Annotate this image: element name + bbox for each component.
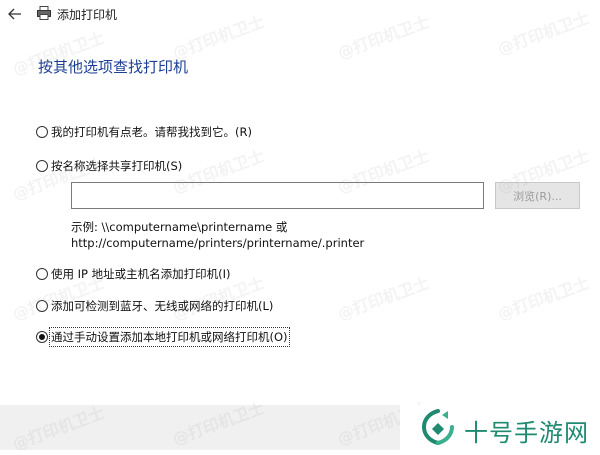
example-line-1: 示例: \\computername\printername 或 bbox=[71, 220, 288, 234]
option-manual-local-or-network[interactable]: 通过手动设置添加本地打印机或网络打印机(O) bbox=[36, 327, 290, 347]
example-line-2: http://computername/printers/printername… bbox=[71, 236, 365, 250]
option-label: 按名称选择共享打印机(S) bbox=[51, 159, 183, 173]
option-label: 使用 IP 地址或主机名添加打印机(I) bbox=[51, 267, 231, 281]
window-title: 添加打印机 bbox=[57, 8, 118, 22]
radio-button[interactable] bbox=[36, 160, 48, 172]
watermark: @打印机卫士 bbox=[335, 273, 432, 324]
watermark: @打印机卫士 bbox=[495, 273, 592, 324]
option-label: 通过手动设置添加本地打印机或网络打印机(O) bbox=[49, 327, 290, 347]
option-label: 我的打印机有点老。请帮我找到它。(R) bbox=[51, 125, 252, 139]
printer-icon bbox=[37, 6, 51, 20]
brand-badge: 十号手游网 bbox=[400, 405, 600, 450]
radio-button-selected[interactable] bbox=[36, 331, 48, 343]
back-arrow-icon[interactable] bbox=[6, 5, 24, 23]
option-bluetooth-wireless-network[interactable]: 添加可检测到蓝牙、无线或网络的打印机(L) bbox=[36, 297, 273, 315]
browse-button: 浏览(R)... bbox=[495, 182, 580, 209]
option-shared-printer-by-name[interactable]: 按名称选择共享打印机(S) bbox=[36, 157, 182, 175]
option-ip-or-hostname[interactable]: 使用 IP 地址或主机名添加打印机(I) bbox=[36, 265, 231, 283]
brand-text: 十号手游网 bbox=[464, 419, 589, 447]
title-bar: 添加打印机 bbox=[0, 0, 600, 32]
radio-button[interactable] bbox=[36, 126, 48, 138]
brand-logo-icon bbox=[421, 409, 454, 445]
page-heading: 按其他选项查找打印机 bbox=[38, 58, 189, 76]
option-old-printer[interactable]: 我的打印机有点老。请帮我找到它。(R) bbox=[36, 123, 252, 141]
radio-button[interactable] bbox=[36, 268, 48, 280]
radio-button[interactable] bbox=[36, 300, 48, 312]
option-label: 添加可检测到蓝牙、无线或网络的打印机(L) bbox=[51, 299, 274, 313]
shared-printer-name-input[interactable] bbox=[71, 182, 484, 209]
